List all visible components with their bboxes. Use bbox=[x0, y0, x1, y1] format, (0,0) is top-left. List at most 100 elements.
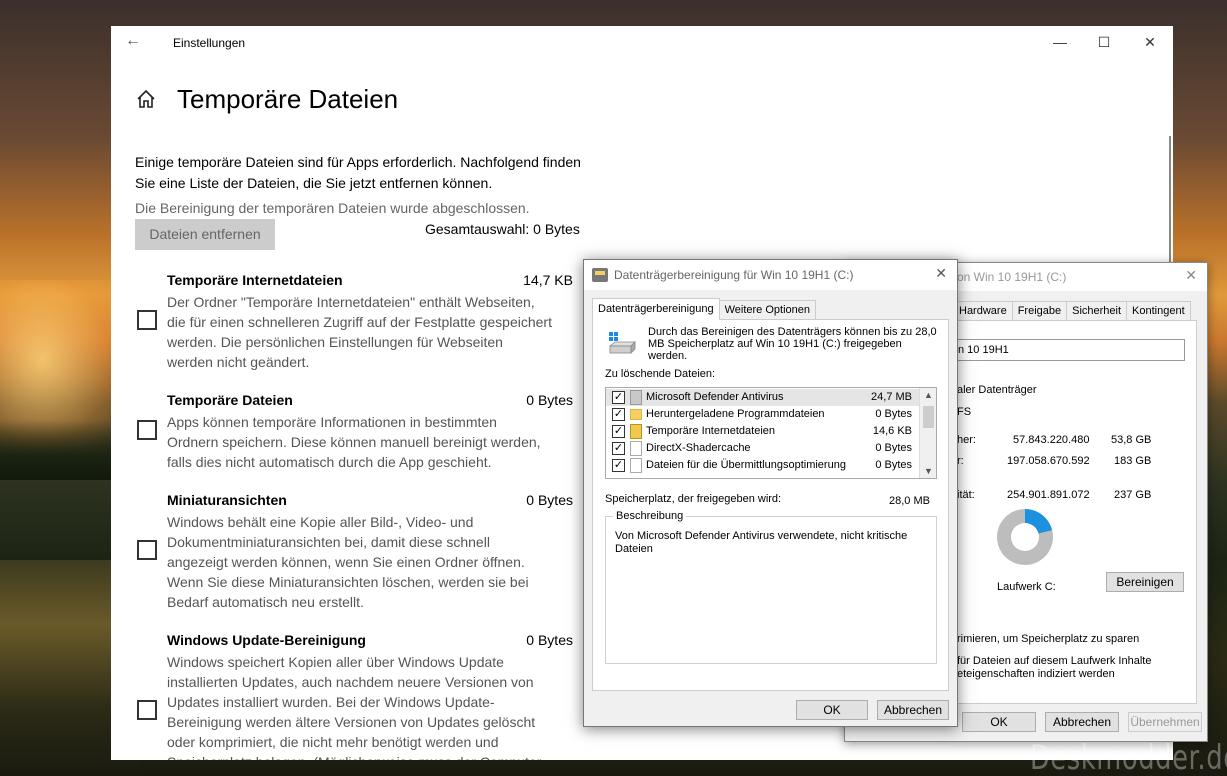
file-name: DirectX-Shadercache bbox=[646, 442, 751, 454]
close-icon[interactable]: ✕ bbox=[935, 265, 947, 282]
file-checkbox[interactable]: ✓ bbox=[612, 425, 625, 438]
item-checkbox[interactable] bbox=[137, 540, 157, 560]
item-checkbox[interactable] bbox=[137, 700, 157, 720]
tab-security[interactable]: Sicherheit bbox=[1066, 301, 1128, 321]
watermark: Deskmodder.de bbox=[1030, 738, 1227, 776]
close-icon[interactable]: ✕ bbox=[1139, 32, 1161, 52]
lock-icon bbox=[630, 424, 642, 439]
file-icon bbox=[630, 441, 642, 456]
cleanup-button[interactable]: Bereinigen bbox=[1106, 572, 1184, 592]
file-system-text: FS bbox=[957, 406, 972, 418]
back-arrow-icon[interactable]: ← bbox=[125, 32, 145, 52]
ok-button[interactable]: OK bbox=[962, 712, 1036, 732]
file-size: 14,6 KB bbox=[872, 425, 912, 437]
file-name: Temporäre Internetdateien bbox=[646, 425, 776, 437]
cleanup-status-text: Die Bereinigung der temporären Dateien w… bbox=[135, 200, 530, 216]
capacity-label: ität: bbox=[957, 489, 975, 501]
space-freed-value: 28,0 MB bbox=[889, 495, 930, 507]
remove-files-button[interactable]: Dateien entfernen bbox=[135, 219, 275, 250]
chevron-up-icon[interactable]: ▲ bbox=[920, 388, 936, 402]
item-name: Miniaturansichten bbox=[167, 492, 287, 508]
used-space-label: her: bbox=[957, 434, 976, 446]
free-space-bytes: 197.058.670.592 bbox=[1007, 455, 1090, 467]
capacity-bytes: 254.901.891.072 bbox=[1007, 489, 1090, 501]
used-space-bytes: 57.843.220.480 bbox=[1013, 434, 1090, 446]
settings-window-title: Einstellungen bbox=[173, 36, 246, 50]
cancel-button[interactable]: Abbrechen bbox=[1045, 712, 1119, 732]
disk-cleanup-icon bbox=[592, 268, 608, 282]
files-to-delete-label: Zu löschende Dateien: bbox=[605, 368, 716, 380]
list-item-thumbnails: Miniaturansichten 0 Bytes Windows behält… bbox=[135, 492, 575, 612]
item-checkbox[interactable] bbox=[137, 420, 157, 440]
file-size: 0 Bytes bbox=[875, 459, 912, 471]
file-row-delivery-optimization[interactable]: ✓ Dateien für die Übermittlungsoptimieru… bbox=[606, 457, 920, 474]
cancel-button[interactable]: Abbrechen bbox=[877, 700, 949, 720]
file-size: 0 Bytes bbox=[875, 442, 912, 454]
folder-icon bbox=[630, 409, 642, 420]
list-scrollbar[interactable]: ▲ ▼ bbox=[919, 388, 936, 478]
disk-usage-donut bbox=[997, 509, 1053, 565]
item-description: Windows speichert Kopien aller über Wind… bbox=[167, 654, 541, 760]
item-description: Windows behält eine Kopie aller Bild-, V… bbox=[167, 514, 529, 610]
file-row-defender[interactable]: ✓ Microsoft Defender Antivirus 24,7 MB bbox=[606, 389, 920, 406]
file-size: 0 Bytes bbox=[875, 408, 912, 420]
item-size: 0 Bytes bbox=[526, 492, 573, 508]
file-size: 24,7 MB bbox=[871, 391, 912, 403]
maximize-icon[interactable]: ☐ bbox=[1093, 32, 1115, 52]
file-checkbox[interactable]: ✓ bbox=[612, 459, 625, 472]
free-space-gb: 183 GB bbox=[1114, 455, 1152, 467]
index-option-text-2: eteigenschaften indiziert werden bbox=[957, 668, 1115, 680]
tab-hardware[interactable]: Hardware bbox=[953, 301, 1013, 321]
tab-more-options[interactable]: Weitere Optionen bbox=[718, 300, 816, 320]
file-icon bbox=[630, 458, 642, 473]
file-row-downloaded-programs[interactable]: ✓ Heruntergeladene Programmdateien 0 Byt… bbox=[606, 406, 920, 423]
ok-button[interactable]: OK bbox=[796, 700, 868, 720]
file-icon bbox=[630, 390, 642, 405]
file-row-directx-cache[interactable]: ✓ DirectX-Shadercache 0 Bytes bbox=[606, 440, 920, 457]
apply-button[interactable]: Übernehmen bbox=[1128, 712, 1202, 732]
item-checkbox[interactable] bbox=[137, 310, 157, 330]
list-item-temp-internet-files: Temporäre Internetdateien 14,7 KB Der Or… bbox=[135, 272, 575, 372]
home-icon[interactable] bbox=[135, 88, 157, 110]
compress-option-text: rimieren, um Speicherplatz zu sparen bbox=[957, 633, 1140, 645]
tab-sharing[interactable]: Freigabe bbox=[1011, 301, 1068, 321]
dialog-title: Datenträgerbereinigung für Win 10 19H1 (… bbox=[614, 268, 854, 282]
drive-type-text: aler Datenträger bbox=[957, 384, 1037, 396]
file-checkbox[interactable]: ✓ bbox=[612, 408, 625, 421]
intro-text: Einige temporäre Dateien sind für Apps e… bbox=[135, 154, 581, 191]
item-name: Temporäre Dateien bbox=[167, 392, 293, 408]
minimize-icon[interactable]: — bbox=[1049, 32, 1071, 52]
tab-quota[interactable]: Kontingent bbox=[1126, 301, 1191, 321]
disk-cleanup-panel: Durch das Bereinigen des Datenträgers kö… bbox=[592, 319, 949, 691]
description-text: Von Microsoft Defender Antivirus verwend… bbox=[615, 530, 908, 555]
capacity-gb: 237 GB bbox=[1114, 489, 1152, 501]
dialog-intro-text: Durch das Bereinigen des Datenträgers kö… bbox=[648, 326, 937, 362]
list-item-windows-update-cleanup: Windows Update-Bereinigung 0 Bytes Windo… bbox=[135, 632, 575, 760]
dialog-tabs: Datenträgerbereinigung Weitere Optionen bbox=[592, 298, 816, 320]
drive-name-field[interactable]: n 10 19H1 bbox=[945, 339, 1185, 361]
close-icon[interactable]: ✕ bbox=[1185, 267, 1197, 284]
item-size: 0 Bytes bbox=[526, 392, 573, 408]
total-selection-text: Gesamtauswahl: 0 Bytes bbox=[425, 221, 580, 237]
item-name: Temporäre Internetdateien bbox=[167, 272, 343, 288]
file-row-temp-internet[interactable]: ✓ Temporäre Internetdateien 14,6 KB bbox=[606, 423, 920, 440]
settings-titlebar: ← Einstellungen — ☐ ✕ bbox=[111, 26, 1173, 58]
scrollbar-thumb[interactable] bbox=[923, 406, 934, 428]
drive-icon bbox=[608, 332, 636, 354]
file-checkbox[interactable]: ✓ bbox=[612, 442, 625, 455]
chevron-down-icon[interactable]: ▼ bbox=[920, 464, 936, 478]
space-freed-label: Speicherplatz, der freigegeben wird: bbox=[605, 493, 782, 505]
properties-panel bbox=[953, 320, 1197, 704]
file-name: Heruntergeladene Programmdateien bbox=[646, 408, 825, 420]
file-name: Dateien für die Übermittlungsoptimierung bbox=[646, 459, 846, 471]
dialog-titlebar: Datenträgerbereinigung für Win 10 19H1 (… bbox=[584, 260, 957, 290]
description-legend: Beschreibung bbox=[613, 510, 687, 522]
tab-disk-cleanup[interactable]: Datenträgerbereinigung bbox=[592, 298, 720, 320]
file-checkbox[interactable]: ✓ bbox=[612, 391, 625, 404]
disk-cleanup-dialog: Datenträgerbereinigung für Win 10 19H1 (… bbox=[583, 259, 958, 727]
files-to-delete-list[interactable]: ✓ Microsoft Defender Antivirus 24,7 MB ✓… bbox=[605, 387, 937, 479]
properties-tabs: Hardware Freigabe Sicherheit Kontingent bbox=[953, 301, 1191, 321]
page-title: Temporäre Dateien bbox=[177, 84, 399, 114]
used-space-gb: 53,8 GB bbox=[1111, 434, 1152, 446]
item-size: 0 Bytes bbox=[526, 632, 573, 648]
